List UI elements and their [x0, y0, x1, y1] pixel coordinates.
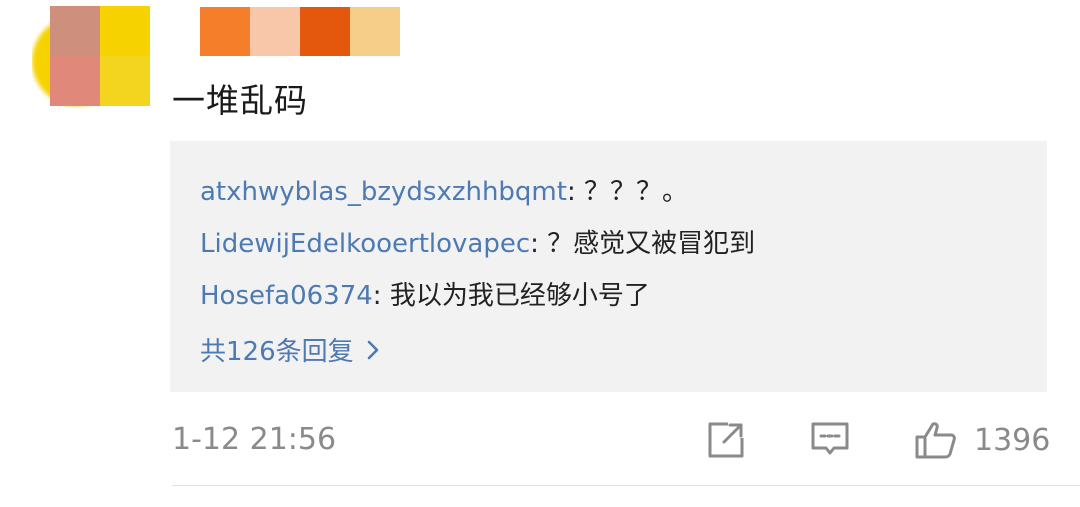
like-button[interactable]: 1396	[914, 420, 1050, 460]
avatar[interactable]	[32, 6, 150, 108]
more-replies-link[interactable]: 共126条回复	[200, 331, 380, 368]
divider	[172, 485, 1080, 486]
comment-icon	[811, 422, 849, 455]
reply-item[interactable]: atxhwyblas_bzydsxzhhbqmt: ？？？。	[200, 171, 688, 208]
reply-username[interactable]: Hosefa06374	[200, 281, 373, 311]
reply-text: : ？感觉又被冒犯到	[530, 229, 756, 259]
replies-panel[interactable]: atxhwyblas_bzydsxzhhbqmt: ？？？。 LidewijEd…	[170, 141, 1047, 392]
reply-text: : ？？？。	[566, 177, 688, 207]
like-count: 1396	[974, 422, 1051, 458]
comment-text: 一堆乱码	[172, 81, 308, 120]
avatar-pixel	[100, 56, 150, 106]
share-icon	[708, 422, 744, 458]
avatar-pixel	[50, 6, 100, 56]
username-censored[interactable]	[200, 7, 400, 56]
comment-timestamp: 1-12 21:56	[172, 422, 337, 457]
username-pixel	[350, 7, 400, 56]
avatar-pixel	[50, 56, 100, 106]
reply-username[interactable]: LidewijEdelkooertlovapec	[200, 229, 530, 259]
username-pixel	[200, 7, 250, 56]
reply-text: : 我以为我已经够小号了	[372, 281, 650, 311]
more-replies-label: 共126条回复	[200, 337, 354, 367]
username-pixel	[300, 7, 350, 56]
thumbs-up-icon	[915, 422, 956, 459]
username-pixel	[250, 7, 300, 56]
avatar-pixel	[100, 6, 150, 56]
reply-item[interactable]: Hosefa06374: 我以为我已经够小号了	[200, 275, 650, 312]
reply-item[interactable]: LidewijEdelkooertlovapec: ？感觉又被冒犯到	[200, 223, 755, 260]
chevron-right-icon	[367, 340, 378, 359]
share-button[interactable]	[706, 420, 746, 460]
comment-button[interactable]	[810, 420, 850, 460]
reply-username[interactable]: atxhwyblas_bzydsxzhhbqmt	[200, 177, 567, 207]
